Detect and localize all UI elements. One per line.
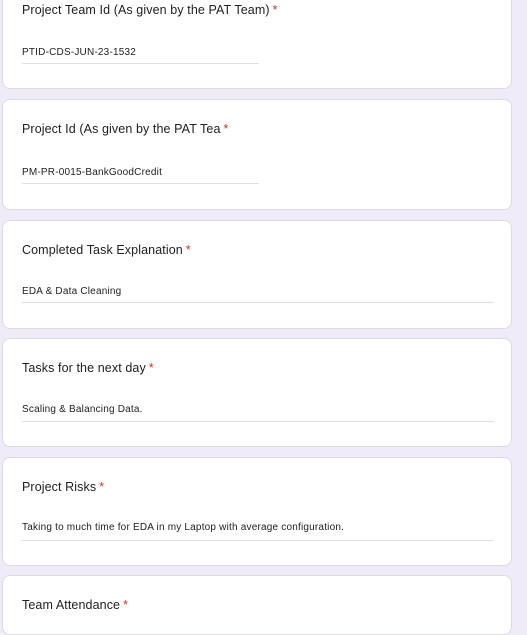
input-underline <box>22 63 259 64</box>
input-underline <box>22 302 494 303</box>
question-title-text: Project Id (As given by the PAT Tea <box>22 122 221 136</box>
question-title: Project Risks * <box>22 480 104 494</box>
question-title-text: Tasks for the next day <box>22 361 146 375</box>
input-underline <box>22 540 494 541</box>
question-title-text: Project Risks <box>22 480 97 494</box>
question-card-project-team-id: Project Team Id (As given by the PAT Tea… <box>2 0 512 89</box>
required-asterisk: * <box>185 243 191 257</box>
question-card-next-day-tasks: Tasks for the next day * Scaling & Balanc… <box>2 338 512 447</box>
question-title-text: Project Team Id (As given by the PAT Tea… <box>22 3 270 17</box>
question-title: Team Attendance * <box>22 598 128 612</box>
question-title: Project Id (As given by the PAT Tea * <box>22 122 228 136</box>
required-asterisk: * <box>223 122 229 136</box>
question-card-project-risks: Project Risks * Taking to much time for E… <box>2 457 512 566</box>
question-title: Project Team Id (As given by the PAT Tea… <box>22 3 278 17</box>
project-team-id-input[interactable]: PTID-CDS-JUN-23-1532 <box>22 47 136 58</box>
input-underline <box>22 421 494 422</box>
required-asterisk: * <box>148 361 154 375</box>
next-day-tasks-input[interactable]: Scaling & Balancing Data. <box>22 404 143 415</box>
project-risks-input[interactable]: Taking to much time for EDA in my Laptop… <box>22 522 344 533</box>
question-card-project-id: Project Id (As given by the PAT Tea * PM-… <box>2 99 512 210</box>
question-title-text: Team Attendance <box>22 598 121 612</box>
question-card-team-attendance: Team Attendance * <box>2 575 512 635</box>
required-asterisk: * <box>99 480 105 494</box>
question-title: Tasks for the next day * <box>22 361 154 375</box>
question-title: Completed Task Explanation * <box>22 243 191 257</box>
question-card-completed-task: Completed Task Explanation * EDA & Data C… <box>2 220 512 329</box>
completed-task-input[interactable]: EDA & Data Cleaning <box>22 286 121 297</box>
project-id-input[interactable]: PM-PR-0015-BankGoodCredit <box>22 167 162 178</box>
input-underline <box>22 183 259 184</box>
required-asterisk: * <box>272 3 278 17</box>
question-title-text: Completed Task Explanation <box>22 243 183 257</box>
required-asterisk: * <box>123 598 129 612</box>
